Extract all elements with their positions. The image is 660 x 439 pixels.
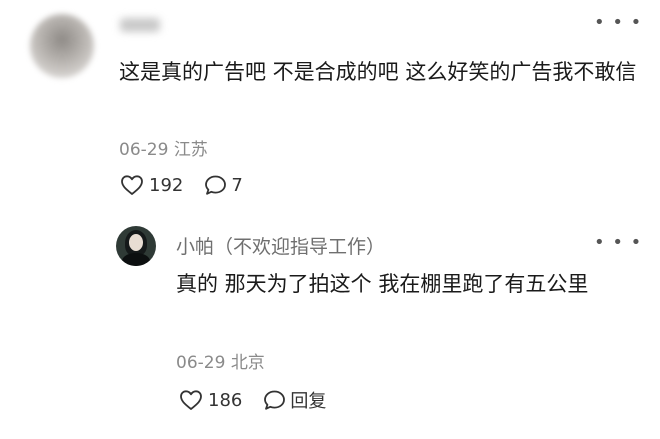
speech-bubble-icon <box>264 390 286 410</box>
reply-location: 北京 <box>230 353 265 373</box>
more-dots-icon[interactable]: • • • <box>594 12 642 33</box>
reply-date: 06-29 <box>176 353 226 373</box>
reply-avatar[interactable] <box>116 226 156 266</box>
comment-actions: 192 7 <box>119 173 243 197</box>
speech-bubble-icon <box>205 175 227 195</box>
reply-label: 回复 <box>290 391 327 412</box>
reply-actions: 186 回复 <box>178 387 326 413</box>
reply-text: 真的 那天为了拍这个 我在棚里跑了有五公里 <box>176 272 589 296</box>
reply-meta: 06-29 北京 <box>176 348 265 373</box>
reply-username[interactable]: 小帕（不欢迎指导工作） <box>176 232 385 259</box>
reply-count-button[interactable]: 7 <box>203 173 243 197</box>
reply-button[interactable]: 回复 <box>262 387 326 413</box>
like-count: 192 <box>149 174 184 196</box>
like-button[interactable]: 192 <box>119 173 183 197</box>
more-dots-icon[interactable]: • • • <box>594 232 642 253</box>
comment-location: 江苏 <box>173 140 208 160</box>
heart-outline-icon <box>180 390 202 410</box>
comment-text: 这是真的广告吧 不是合成的吧 这么好笑的广告我不敢信 <box>119 60 637 84</box>
username-blurred[interactable] <box>120 18 160 32</box>
comment-date: 06-29 <box>119 140 169 160</box>
like-button[interactable]: 186 <box>178 388 242 412</box>
like-count: 186 <box>208 389 243 411</box>
avatar[interactable] <box>30 14 94 78</box>
reply-count: 7 <box>231 174 243 196</box>
heart-outline-icon <box>121 175 143 195</box>
comment-meta: 06-29 江苏 <box>119 135 208 160</box>
